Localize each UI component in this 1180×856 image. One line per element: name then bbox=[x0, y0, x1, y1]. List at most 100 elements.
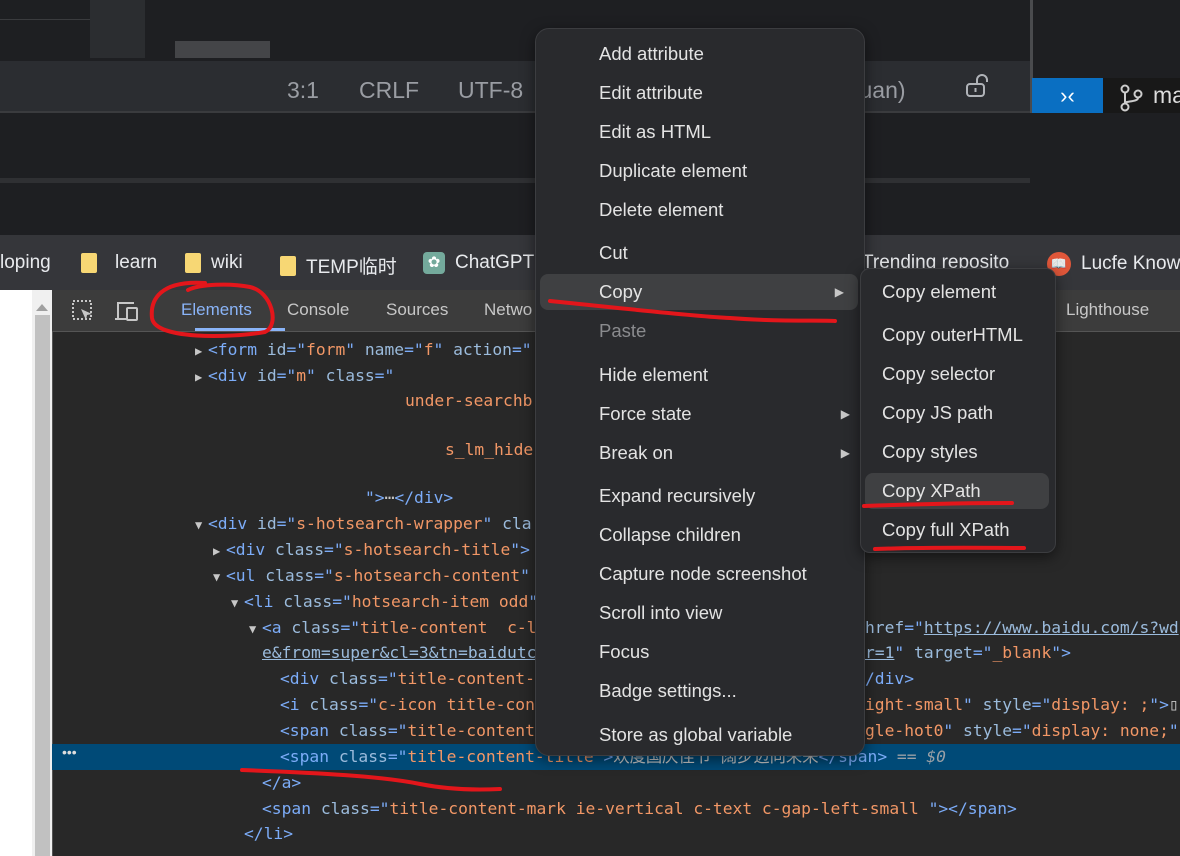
menu-item-copy[interactable]: Copy ▶ bbox=[540, 274, 858, 310]
dom-node-line-continued[interactable]: href="https://www.baidu.com/s?wd bbox=[865, 615, 1179, 641]
bookmark-item[interactable]: 📖 Lucfe Know bbox=[1047, 252, 1180, 276]
code-token: " bbox=[520, 566, 530, 585]
collapse-triangle-icon[interactable]: ▼ bbox=[213, 564, 220, 590]
code-token: gle-hot0 bbox=[865, 721, 944, 740]
tab-sources[interactable]: Sources bbox=[386, 300, 448, 320]
menu-item-copy-full-xpath[interactable]: Copy full XPath bbox=[861, 512, 1055, 548]
dom-node-line[interactable]: <ul class="s-hotsearch-content" bbox=[226, 563, 530, 589]
code-token: =" bbox=[1031, 695, 1052, 714]
line-ending[interactable]: CRLF bbox=[359, 77, 419, 104]
menu-item-scroll-into-view[interactable]: Scroll into view bbox=[536, 595, 864, 631]
expand-triangle-icon[interactable]: ▶ bbox=[195, 338, 202, 364]
menu-item-copy-outerhtml[interactable]: Copy outerHTML bbox=[861, 317, 1055, 353]
dom-node-line[interactable]: <div id="m" class=" bbox=[208, 363, 394, 389]
menu-item-copy-xpath[interactable]: Copy XPath bbox=[865, 473, 1049, 509]
dom-node-line-continued[interactable]: ight-small" style="display: ;">▯ bbox=[865, 692, 1179, 718]
code-token: s-hotsearch-wrapper bbox=[296, 514, 483, 533]
bookmark-item[interactable]: ✿ ChatGPT bbox=[423, 252, 534, 274]
code-token: =" bbox=[286, 340, 307, 359]
menu-item-cut[interactable]: Cut bbox=[536, 235, 864, 271]
status-bar: 3:1 CRLF UTF-8 yuan) bbox=[0, 61, 1030, 113]
menu-item-copy-element[interactable]: Copy element bbox=[861, 274, 1055, 310]
menu-item-duplicate-element[interactable]: Duplicate element bbox=[536, 153, 864, 189]
dom-node-line-continued[interactable]: gle-hot0" style="display: none;" bbox=[865, 718, 1179, 744]
tab-network[interactable]: Netwo bbox=[484, 300, 532, 320]
menu-item-copy-selector[interactable]: Copy selector bbox=[861, 356, 1055, 392]
dom-node-line[interactable]: <div id="s-hotsearch-wrapper" cla bbox=[208, 511, 532, 537]
dom-node-line[interactable]: <span class="title-content bbox=[280, 718, 535, 744]
code-token: =" bbox=[404, 340, 424, 359]
menu-item-capture-node-screenshot[interactable]: Capture node screenshot bbox=[536, 556, 864, 592]
expand-triangle-icon[interactable]: ▶ bbox=[213, 538, 220, 564]
unlock-icon[interactable] bbox=[965, 73, 991, 105]
selected-node-marker: == $0 bbox=[887, 747, 946, 766]
horizontal-scrollbar[interactable] bbox=[175, 41, 270, 58]
menu-item-copy-styles[interactable]: Copy styles bbox=[861, 434, 1055, 470]
submenu-arrow-icon: ▶ bbox=[840, 446, 850, 460]
menu-item-badge-settings[interactable]: Badge settings... bbox=[536, 673, 864, 709]
menu-item-edit-as-html[interactable]: Edit as HTML bbox=[536, 114, 864, 150]
scroll-up-icon[interactable] bbox=[36, 304, 48, 311]
code-token: class bbox=[329, 669, 379, 688]
dom-node-line[interactable]: ">⋯</div> bbox=[365, 485, 453, 511]
menu-item-label: Paste bbox=[599, 320, 647, 341]
collapse-triangle-icon[interactable]: ▼ bbox=[249, 616, 256, 642]
tab-lighthouse[interactable]: Lighthouse bbox=[1066, 300, 1149, 320]
code-link[interactable]: r=1 bbox=[865, 643, 894, 662]
dom-node-line[interactable]: </a> bbox=[262, 770, 301, 796]
inspect-element-icon[interactable] bbox=[72, 300, 94, 327]
tab-elements[interactable]: Elements bbox=[181, 300, 252, 320]
web-page[interactable] bbox=[0, 290, 32, 856]
device-toolbar-icon[interactable] bbox=[114, 300, 140, 327]
remote-icon: ›‹ bbox=[1060, 83, 1075, 108]
dom-node-line[interactable]: e&from=super&cl=3&tn=baidutc bbox=[262, 640, 536, 666]
scrollbar-thumb[interactable] bbox=[35, 315, 50, 856]
branch-indicator[interactable]: ma bbox=[1103, 78, 1180, 113]
menu-item-hide-element[interactable]: Hide element bbox=[536, 357, 864, 393]
dom-node-line[interactable]: <form id="form" name="f" action=" bbox=[208, 337, 532, 363]
code-link[interactable]: https://www.baidu.com/s?wd bbox=[924, 618, 1179, 637]
cursor-position[interactable]: 3:1 bbox=[287, 77, 319, 104]
git-branch-icon bbox=[1119, 84, 1143, 117]
dom-node-line[interactable]: <div class="title-content- bbox=[280, 666, 535, 692]
code-token: <ul bbox=[226, 566, 266, 585]
dom-node-line[interactable]: under-searchb bbox=[405, 388, 532, 414]
menu-item-expand-recursively[interactable]: Expand recursively bbox=[536, 478, 864, 514]
dom-node-line[interactable]: <i class="c-icon title-con bbox=[280, 692, 535, 718]
bookmark-folder[interactable]: learn bbox=[81, 252, 157, 274]
menu-item-break-on[interactable]: Break on ▶ bbox=[536, 435, 864, 471]
bookmark-item[interactable]: loping bbox=[0, 252, 51, 274]
menu-item-store-as-global-variable[interactable]: Store as global variable bbox=[536, 717, 864, 753]
collapse-triangle-icon[interactable]: ▼ bbox=[195, 512, 202, 538]
more-options-icon[interactable]: ••• bbox=[62, 744, 77, 760]
menu-item-edit-attribute[interactable]: Edit attribute bbox=[536, 75, 864, 111]
code-token: =" bbox=[972, 643, 993, 662]
collapse-triangle-icon[interactable]: ▼ bbox=[231, 590, 238, 616]
menu-item-copy-js-path[interactable]: Copy JS path bbox=[861, 395, 1055, 431]
code-token: class bbox=[338, 747, 388, 766]
tab-console[interactable]: Console bbox=[287, 300, 349, 320]
code-link[interactable]: e&from=super&cl=3&tn=baidutc bbox=[262, 643, 536, 662]
code-token: name bbox=[364, 340, 405, 359]
menu-item-label: Collapse children bbox=[599, 524, 741, 545]
expand-triangle-icon[interactable]: ▶ bbox=[195, 364, 202, 390]
code-token: =" bbox=[314, 566, 334, 585]
remote-button[interactable]: ›‹ bbox=[1032, 78, 1103, 113]
dom-node-line[interactable]: </li> bbox=[244, 821, 293, 847]
dom-node-line[interactable]: <span class="title-content-mark ie-verti… bbox=[262, 796, 1017, 822]
dom-node-line-continued[interactable]: r=1" target="_blank"> bbox=[865, 640, 1071, 666]
bookmark-folder[interactable]: wiki bbox=[185, 252, 243, 274]
menu-item-collapse-children[interactable]: Collapse children bbox=[536, 517, 864, 553]
menu-item-add-attribute[interactable]: Add attribute bbox=[536, 36, 864, 72]
dom-node-line[interactable]: s_lm_hide bbox=[445, 437, 533, 463]
menu-item-focus[interactable]: Focus bbox=[536, 634, 864, 670]
dom-node-line[interactable]: <li class="hotsearch-item odd" bbox=[244, 589, 538, 615]
encoding[interactable]: UTF-8 bbox=[458, 77, 523, 104]
dom-node-line[interactable]: <div class="s-hotsearch-title"> bbox=[226, 537, 530, 563]
dom-node-line[interactable]: <a class="title-content c-l bbox=[262, 615, 537, 641]
code-token: s-hotsearch-content bbox=[333, 566, 521, 585]
dom-node-line-continued[interactable]: /div> bbox=[865, 666, 914, 692]
menu-item-delete-element[interactable]: Delete element bbox=[536, 192, 864, 228]
menu-item-force-state[interactable]: Force state ▶ bbox=[536, 396, 864, 432]
bookmark-folder[interactable]: TEMP临时 bbox=[280, 252, 397, 279]
